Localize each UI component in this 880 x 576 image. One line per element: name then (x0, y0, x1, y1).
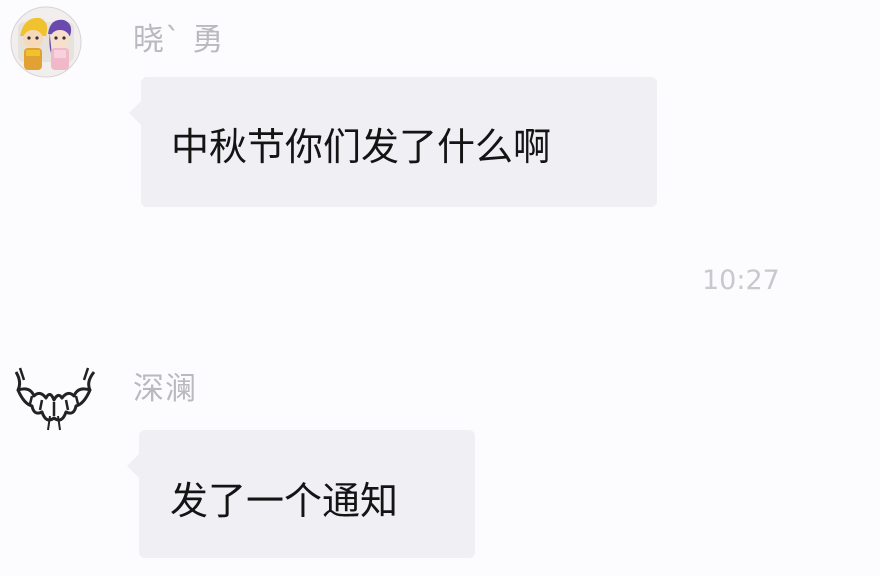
sender-name: 深澜 (133, 371, 197, 407)
sender-name: 晓ˋ 勇 (133, 22, 225, 58)
message-text: 中秋节你们发了什么啊 (171, 125, 552, 169)
timestamp: 10:27 (702, 265, 780, 296)
message-text: 发了一个通知 (170, 479, 399, 523)
avatar[interactable] (10, 6, 82, 78)
cartoon-couple-avatar-icon (10, 6, 82, 78)
message-bubble[interactable]: 发了一个通知 (127, 430, 475, 558)
avatar[interactable] (10, 360, 98, 440)
message-bubble[interactable]: 中秋节你们发了什么啊 (129, 77, 657, 207)
bat-avatar-icon (10, 360, 98, 440)
